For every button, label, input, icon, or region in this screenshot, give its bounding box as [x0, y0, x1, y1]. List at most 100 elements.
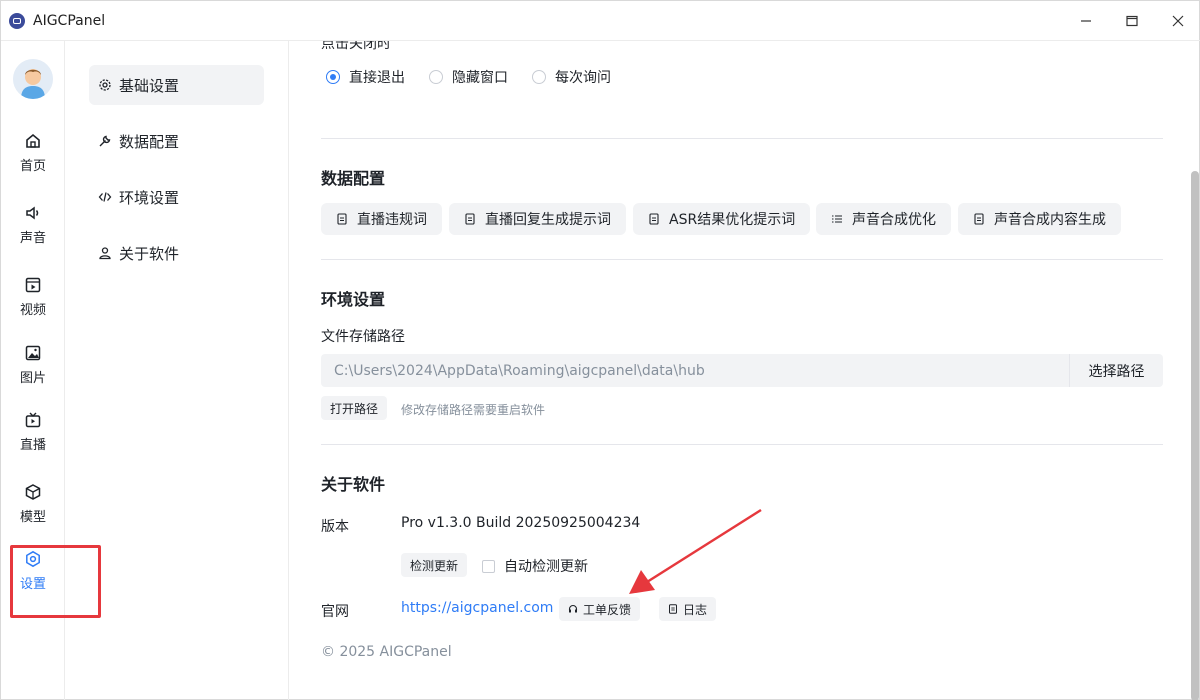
content-scrollbar[interactable] — [1191, 171, 1199, 700]
checkbox-box — [482, 559, 495, 573]
button-label: 直播违规词 — [357, 212, 427, 228]
checkbox-label: 自动检测更新 — [504, 559, 588, 575]
code-icon — [98, 192, 112, 202]
maximize-button[interactable] — [1109, 1, 1155, 41]
close-behavior-radio-group: 直接退出 隐藏窗口 每次询问 — [326, 67, 635, 87]
section-divider — [321, 138, 1163, 139]
section-divider — [321, 259, 1163, 260]
radio-label: 每次询问 — [555, 70, 611, 86]
data-config-title: 数据配置 — [321, 169, 386, 188]
button-label: 声音合成优化 — [852, 212, 936, 228]
sound-icon — [26, 206, 39, 220]
home-icon — [26, 133, 40, 148]
close-window-button[interactable] — [1155, 1, 1200, 41]
close-icon — [1172, 15, 1184, 27]
document-icon — [669, 604, 677, 614]
radio-label: 直接退出 — [349, 70, 405, 86]
open-path-button[interactable]: 打开路径 — [321, 396, 388, 420]
video-icon — [25, 277, 41, 293]
radio-ask-each-time[interactable]: 每次询问 — [532, 67, 611, 87]
wrench-icon — [99, 135, 111, 147]
subnav-item-label: 关于软件 — [119, 244, 180, 263]
document-icon — [649, 213, 659, 225]
minimize-icon — [1081, 20, 1091, 22]
choose-path-button[interactable]: 选择路径 — [1069, 354, 1163, 387]
app-logo-icon — [9, 12, 25, 29]
rail-item-image[interactable]: 图片 — [1, 337, 65, 393]
radio-indicator — [532, 70, 546, 84]
document-icon — [465, 213, 475, 225]
document-icon — [974, 213, 984, 225]
auto-update-checkbox[interactable]: 自动检测更新 — [482, 556, 588, 576]
document-icon — [337, 213, 347, 225]
gear-icon — [99, 79, 111, 91]
rail-item-label: 设置 — [19, 577, 46, 592]
rail-item-label: 图片 — [19, 371, 46, 386]
rail-item-label: 声音 — [19, 231, 46, 246]
env-settings-title: 环境设置 — [321, 290, 386, 309]
settings-icon — [26, 550, 40, 568]
subnav-item-label: 基础设置 — [119, 76, 180, 95]
button-label: 日志 — [683, 602, 708, 617]
list-icon — [832, 215, 842, 223]
button-label: ASR结果优化提示词 — [669, 212, 796, 228]
button-label: 工单反馈 — [583, 602, 632, 617]
radio-indicator — [429, 70, 443, 84]
headset-icon — [568, 604, 578, 613]
storage-path-label: 文件存储路径 — [321, 329, 405, 345]
minimize-button[interactable] — [1063, 1, 1109, 41]
rail-item-model[interactable]: 模型 — [1, 476, 65, 532]
app-window: AIGCPanel 首页 声音 视频 图片 直播 模型 设置 基础设置 数据配置… — [0, 0, 1200, 700]
section-divider — [321, 444, 1163, 445]
main-navigation-rail: 首页 声音 视频 图片 直播 模型 设置 — [1, 41, 65, 700]
user-icon — [99, 247, 111, 260]
rail-item-label: 首页 — [19, 159, 46, 174]
title-bar: AIGCPanel — [1, 1, 1200, 41]
close-behavior-label: 点击关闭时 — [321, 41, 391, 52]
asr-optimize-prompt-button[interactable]: ASR结果优化提示词 — [633, 203, 811, 235]
version-value: Pro v1.3.0 Build 20250925004234 — [401, 515, 641, 531]
rail-item-settings[interactable]: 设置 — [1, 543, 65, 599]
website-link[interactable]: https://aigcpanel.com — [401, 600, 553, 616]
window-title: AIGCPanel — [33, 12, 106, 29]
rail-item-label: 直播 — [19, 438, 46, 453]
subnav-item-about[interactable]: 关于软件 — [89, 233, 264, 273]
tts-content-generate-button[interactable]: 声音合成内容生成 — [958, 203, 1121, 235]
button-label: 声音合成内容生成 — [994, 212, 1106, 228]
radio-indicator — [326, 70, 340, 84]
live-banned-words-button[interactable]: 直播违规词 — [321, 203, 442, 235]
subnav-item-label: 数据配置 — [119, 132, 180, 151]
live-icon — [25, 412, 41, 428]
storage-path-field: 选择路径 — [321, 354, 1163, 387]
live-reply-prompt-button[interactable]: 直播回复生成提示词 — [449, 203, 626, 235]
storage-path-input[interactable] — [321, 354, 1069, 387]
rail-item-video[interactable]: 视频 — [1, 269, 65, 325]
radio-exit[interactable]: 直接退出 — [326, 67, 405, 87]
avatar[interactable] — [13, 59, 53, 99]
window-controls — [1063, 1, 1200, 41]
feedback-ticket-button[interactable]: 工单反馈 — [559, 597, 641, 621]
subnav-item-basic[interactable]: 基础设置 — [89, 65, 264, 105]
subnav-item-env[interactable]: 环境设置 — [89, 177, 264, 217]
check-update-button[interactable]: 检测更新 — [401, 553, 468, 577]
tts-optimize-button[interactable]: 声音合成优化 — [816, 203, 951, 235]
rail-item-home[interactable]: 首页 — [1, 125, 65, 181]
restart-hint: 修改存储路径需要重启软件 — [401, 403, 546, 417]
settings-content: 点击关闭时 直接退出 隐藏窗口 每次询问 数据配置 直播违规词 直播回复生成提示… — [289, 41, 1199, 700]
subnav-item-data[interactable]: 数据配置 — [89, 121, 264, 161]
radio-label: 隐藏窗口 — [452, 70, 508, 86]
rail-item-label: 视频 — [19, 303, 46, 318]
button-label: 直播回复生成提示词 — [485, 212, 611, 228]
subnav-item-label: 环境设置 — [119, 188, 180, 207]
about-title: 关于软件 — [321, 475, 386, 494]
settings-nav: 基础设置 数据配置 环境设置 关于软件 — [65, 41, 289, 700]
copyright: © 2025 AIGCPanel — [321, 644, 452, 660]
maximize-icon — [1126, 15, 1138, 27]
cube-icon — [25, 484, 41, 500]
version-label: 版本 — [321, 519, 349, 535]
log-button[interactable]: 日志 — [659, 597, 717, 621]
website-label: 官网 — [321, 604, 349, 620]
radio-hide-window[interactable]: 隐藏窗口 — [429, 67, 508, 87]
rail-item-live[interactable]: 直播 — [1, 404, 65, 460]
rail-item-sound[interactable]: 声音 — [1, 197, 65, 253]
